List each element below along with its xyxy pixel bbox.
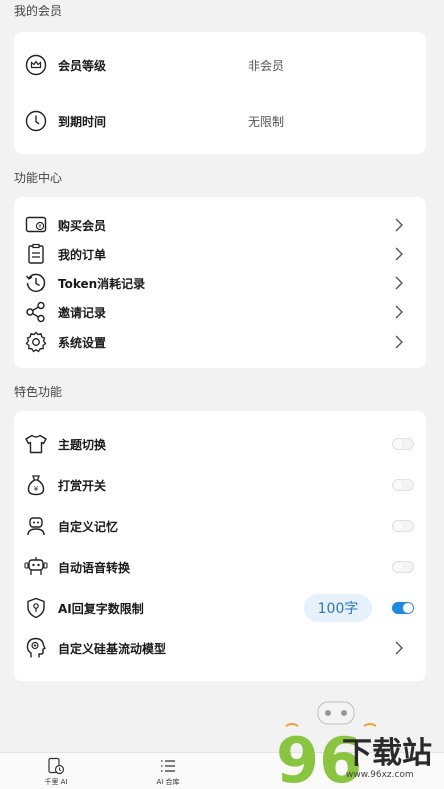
auto-voice-label: 自动语音转换 <box>58 560 131 575</box>
share-icon <box>24 300 48 324</box>
functions-card: ¥ 购买会员 我的订单 Token消耗记录 邀请记录 系统设置 <box>14 197 426 368</box>
auto-voice-item: 自动语音转换 <box>14 553 426 581</box>
custom-memory-item: 自定义记忆 <box>14 512 426 540</box>
expiry-row[interactable]: 到期时间 无限制 <box>14 107 426 135</box>
reply-limit-toggle[interactable] <box>392 602 414 614</box>
gear-icon <box>24 330 48 354</box>
chevron-right-icon <box>395 276 403 290</box>
svg-text:¥: ¥ <box>34 485 39 493</box>
invite-records-item[interactable]: 邀请记录 <box>14 298 426 326</box>
chevron-right-icon <box>395 641 403 655</box>
features-card: 主题切换 ¥ 打赏开关 自定义记忆 自动语音转换 AI回复字数限制 100字 自… <box>14 411 426 681</box>
system-settings-item[interactable]: 系统设置 <box>14 328 426 356</box>
robot-icon <box>24 514 48 538</box>
clipboard-icon <box>24 242 48 266</box>
custom-memory-label: 自定义记忆 <box>58 519 119 534</box>
toggle-knob <box>393 562 403 572</box>
watermark-logo: 96 下载站 www.96xz.com <box>272 700 444 789</box>
chevron-right-icon <box>395 218 403 232</box>
doc-clock-icon <box>48 757 65 775</box>
section-title-features: 特色功能 <box>14 385 63 399</box>
watermark-title: 下载站 <box>342 736 432 771</box>
toggle-knob <box>403 603 413 613</box>
custom-model-item[interactable]: 自定义硅基流动模型 <box>14 634 426 662</box>
expiry-label: 到期时间 <box>58 114 107 129</box>
member-level-value: 非会员 <box>248 58 285 73</box>
token-history-label: Token消耗记录 <box>58 276 146 291</box>
theme-switch-label: 主题切换 <box>58 437 107 452</box>
my-orders-item[interactable]: 我的订单 <box>14 240 426 268</box>
reply-limit-item: AI回复字数限制 100字 <box>14 594 426 622</box>
section-title-functions: 功能中心 <box>14 171 63 185</box>
custom-memory-toggle[interactable] <box>392 520 414 532</box>
buy-membership-item[interactable]: ¥ 购买会员 <box>14 211 426 239</box>
section-title-membership: 我的会员 <box>14 4 63 18</box>
tip-switch-item: ¥ 打赏开关 <box>14 471 426 499</box>
buy-membership-label: 购买会员 <box>58 218 107 233</box>
clock-icon <box>24 109 48 133</box>
expiry-value: 无限制 <box>248 114 285 129</box>
theme-switch-toggle[interactable] <box>392 438 414 450</box>
watermark-url: www.96xz.com <box>346 770 414 780</box>
auto-voice-toggle[interactable] <box>392 561 414 573</box>
reply-limit-label: AI回复字数限制 <box>58 601 144 616</box>
wallet-yen-icon: ¥ <box>24 213 48 237</box>
robot-speaker-icon <box>24 555 48 579</box>
system-settings-label: 系统设置 <box>58 335 107 350</box>
token-history-item[interactable]: Token消耗记录 <box>14 269 426 297</box>
membership-card: 会员等级 非会员 到期时间 无限制 <box>14 32 426 154</box>
theme-switch-item: 主题切换 <box>14 430 426 458</box>
history-icon <box>24 271 48 295</box>
money-bag-icon: ¥ <box>24 473 48 497</box>
member-level-row[interactable]: 会员等级 非会员 <box>14 51 426 79</box>
head-brain-icon <box>24 636 48 660</box>
toggle-knob <box>393 480 403 490</box>
my-orders-label: 我的订单 <box>58 247 107 262</box>
toggle-knob <box>393 439 403 449</box>
tip-switch-label: 打赏开关 <box>58 478 107 493</box>
tshirt-icon <box>24 432 48 456</box>
chevron-right-icon <box>395 247 403 261</box>
chevron-right-icon <box>395 335 403 349</box>
nav-label-qianli-ai: 千里 AI <box>44 778 68 786</box>
toggle-knob <box>393 521 403 531</box>
nav-label-ai-library: AI 合库 <box>156 778 180 786</box>
invite-records-label: 邀请记录 <box>58 305 107 320</box>
chevron-right-icon <box>395 305 403 319</box>
member-level-label: 会员等级 <box>58 58 107 73</box>
reply-limit-value-badge[interactable]: 100字 <box>304 594 372 622</box>
svg-text:¥: ¥ <box>38 224 41 230</box>
tip-switch-toggle[interactable] <box>392 479 414 491</box>
nav-item-ai-library[interactable]: AI 合库 <box>138 757 198 787</box>
nav-item-qianli-ai[interactable]: 千里 AI <box>26 757 86 787</box>
list-icon <box>161 760 175 772</box>
crown-icon <box>24 53 48 77</box>
shield-icon <box>24 596 48 620</box>
custom-model-label: 自定义硅基流动模型 <box>58 641 167 656</box>
